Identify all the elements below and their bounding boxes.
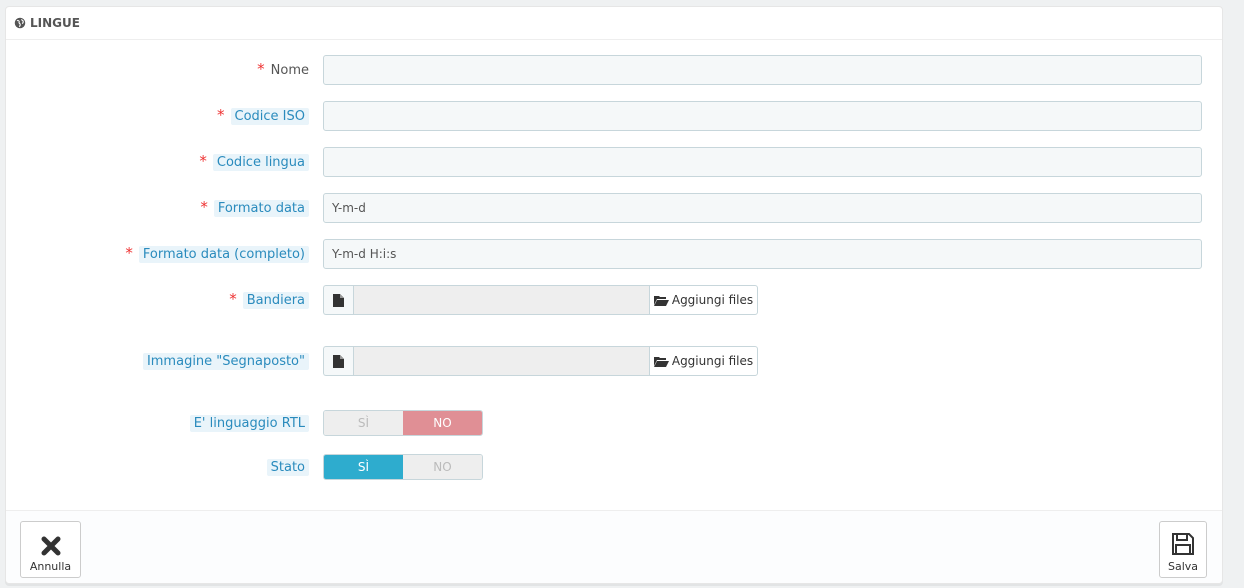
segnaposto-file-group: Aggiungi files [323,346,758,376]
file-icon [333,293,344,307]
panel-title: LINGUE [30,16,80,30]
required-marker: * [125,244,133,262]
globe-icon [14,17,26,29]
bandiera-label: * Bandiera [229,290,309,310]
bandiera-file-name[interactable] [353,285,649,315]
cancel-button[interactable]: Annulla [20,521,81,578]
codice-lingua-label: * Codice lingua [199,152,309,172]
floppy-disk-icon [1172,533,1194,555]
bandiera-file-group: Aggiungi files [323,285,758,315]
folder-open-icon [653,356,669,367]
stato-label: Stato [266,457,309,477]
stato-switch-yes[interactable]: SÌ [324,455,403,479]
formato-data-completo-input[interactable] [323,239,1202,269]
rtl-switch-no[interactable]: NO [403,411,482,435]
required-marker: * [200,198,208,216]
folder-open-icon [653,295,669,306]
close-icon [41,536,60,556]
required-marker: * [229,290,237,308]
required-marker: * [217,106,225,124]
formato-data-label: * Formato data [200,198,309,218]
segnaposto-add-files-button[interactable]: Aggiungi files [649,346,758,376]
bandiera-add-files-button[interactable]: Aggiungi files [649,285,758,315]
segnaposto-file-icon-box [323,346,353,376]
save-button[interactable]: Salva [1159,521,1207,578]
nome-label: * Nome [257,60,309,78]
segnaposto-label: Immagine "Segnaposto" [142,351,309,371]
bandiera-file-icon-box [323,285,353,315]
required-marker: * [257,60,265,78]
languages-panel: LINGUE * Nome * Codice ISO * Codice ling… [5,6,1223,584]
codice-iso-input[interactable] [323,101,1202,131]
panel-heading: LINGUE [6,7,1222,40]
codice-iso-label: * Codice ISO [217,106,309,126]
required-marker: * [199,152,207,170]
rtl-label: E' linguaggio RTL [189,413,309,433]
nome-input[interactable] [323,55,1202,85]
file-icon [333,354,344,368]
stato-switch-no[interactable]: NO [403,455,482,479]
rtl-switch[interactable]: SÌ NO [323,410,483,436]
stato-switch[interactable]: SÌ NO [323,454,483,480]
panel-footer: Annulla Salva [6,510,1222,583]
codice-lingua-input[interactable] [323,147,1202,177]
rtl-switch-yes[interactable]: SÌ [324,411,403,435]
segnaposto-file-name[interactable] [353,346,649,376]
formato-data-input[interactable] [323,193,1202,223]
formato-data-completo-label: * Formato data (completo) [125,244,309,264]
